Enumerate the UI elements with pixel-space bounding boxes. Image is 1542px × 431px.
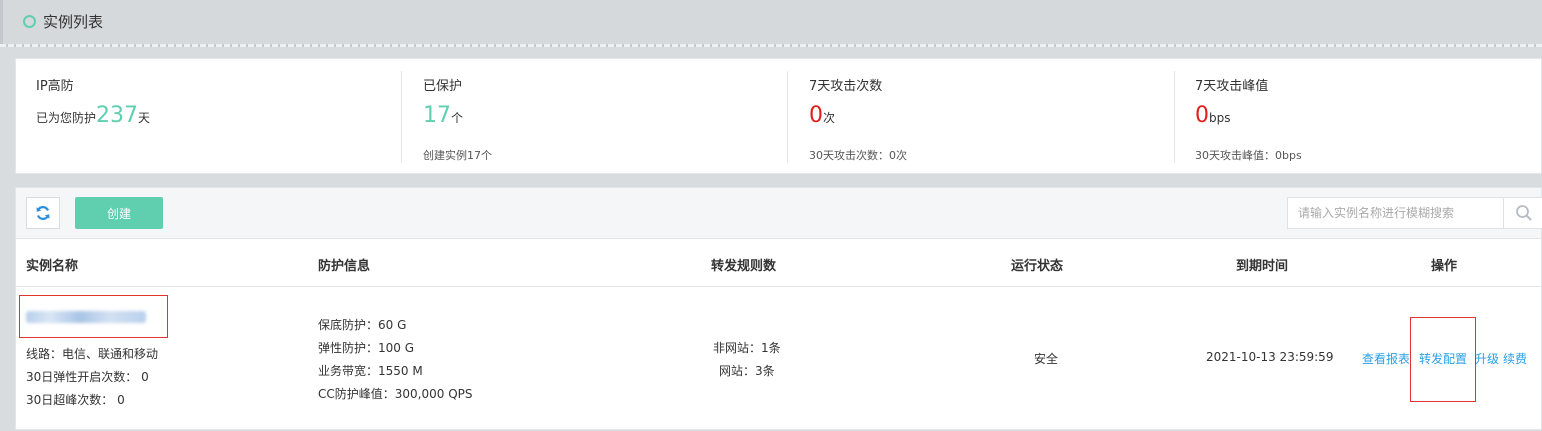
stat-value-line: 0次 (809, 103, 835, 128)
stat-label: IP高防 (36, 79, 74, 94)
stat-value: 17 (423, 103, 451, 128)
expire-time: 2021-10-13 23:59:59 (1206, 350, 1334, 364)
status-badge: 安全 (1034, 352, 1059, 366)
search-icon (1516, 205, 1532, 221)
stat-value-line: 17个 (423, 103, 463, 128)
highlight-box (19, 295, 168, 338)
instance-overpeak-count: 30日超峰次数： 0 (26, 393, 125, 407)
stats-panel: IP高防 已为您防护237天 已保护 17个 创建实例17个 7天攻击次数 0次… (15, 58, 1542, 174)
stat-sub: 创建实例17个 (423, 149, 492, 162)
stat-label: 7天攻击峰值 (1195, 79, 1269, 94)
search-input[interactable] (1288, 198, 1503, 228)
rules-non-website: 非网站：1条 (713, 341, 781, 355)
highlight-box (1410, 317, 1476, 402)
stat-unit: 天 (138, 111, 151, 125)
stat-sub: 30天攻击次数：0次 (809, 149, 907, 162)
column-header-actions: 操作 (1431, 259, 1458, 274)
stat-label: 7天攻击次数 (809, 79, 883, 94)
circle-icon (23, 15, 36, 28)
divider (0, 44, 1542, 47)
column-header-name: 实例名称 (26, 259, 79, 274)
column-header-status: 运行状态 (1011, 259, 1064, 274)
protection-cc-peak: CC防护峰值：300,000 QPS (318, 387, 473, 401)
column-header-rules: 转发规则数 (711, 259, 777, 274)
stat-label: 已保护 (423, 79, 463, 94)
upgrade-link[interactable]: 升级 (1475, 350, 1499, 367)
renew-link[interactable]: 续费 (1503, 350, 1527, 367)
view-report-link[interactable]: 查看报表 (1362, 350, 1410, 367)
stat-unit: bps (1209, 111, 1231, 125)
page-header: 实例列表 (0, 0, 1542, 44)
refresh-icon (36, 206, 50, 220)
protection-elastic: 弹性防护：100 G (318, 341, 415, 355)
column-header-expire: 到期时间 (1236, 259, 1289, 274)
page-title: 实例列表 (43, 13, 104, 31)
toolbar: 创建 (16, 188, 1542, 239)
stat-value: 0 (809, 103, 823, 128)
stat-value-line: 已为您防护237天 (36, 103, 150, 128)
protection-bandwidth: 业务带宽：1550 M (318, 364, 423, 378)
table-row: 线路：电信、联通和移动 30日弹性开启次数： 0 30日超峰次数： 0 保底防护… (16, 287, 1541, 431)
create-button[interactable]: 创建 (75, 197, 163, 229)
divider (787, 71, 788, 163)
stat-unit: 个 (451, 111, 464, 125)
divider (1174, 71, 1175, 163)
divider (401, 71, 402, 163)
stat-prefix: 已为您防护 (36, 111, 97, 125)
stat-value-line: 0bps (1195, 103, 1231, 128)
stat-value: 237 (96, 103, 139, 128)
stat-value: 0 (1195, 103, 1209, 128)
instance-panel: 创建 实例名称 防护信息 转发规则数 运行状态 到期时间 操作 线路：电信、联通… (15, 187, 1542, 430)
table-header: 实例名称 防护信息 转发规则数 运行状态 到期时间 操作 (16, 239, 1541, 287)
rules-website: 网站：3条 (719, 364, 775, 378)
instance-elastic-count: 30日弹性开启次数： 0 (26, 370, 149, 384)
protection-base: 保底防护：60 G (318, 318, 407, 332)
refresh-button[interactable] (26, 197, 60, 229)
column-header-protection: 防护信息 (318, 259, 371, 274)
stat-unit: 次 (823, 111, 836, 125)
search-box (1287, 197, 1542, 229)
instance-line: 线路：电信、联通和移动 (26, 347, 159, 361)
stat-sub: 30天攻击峰值：0bps (1195, 149, 1302, 162)
search-button[interactable] (1503, 198, 1542, 228)
